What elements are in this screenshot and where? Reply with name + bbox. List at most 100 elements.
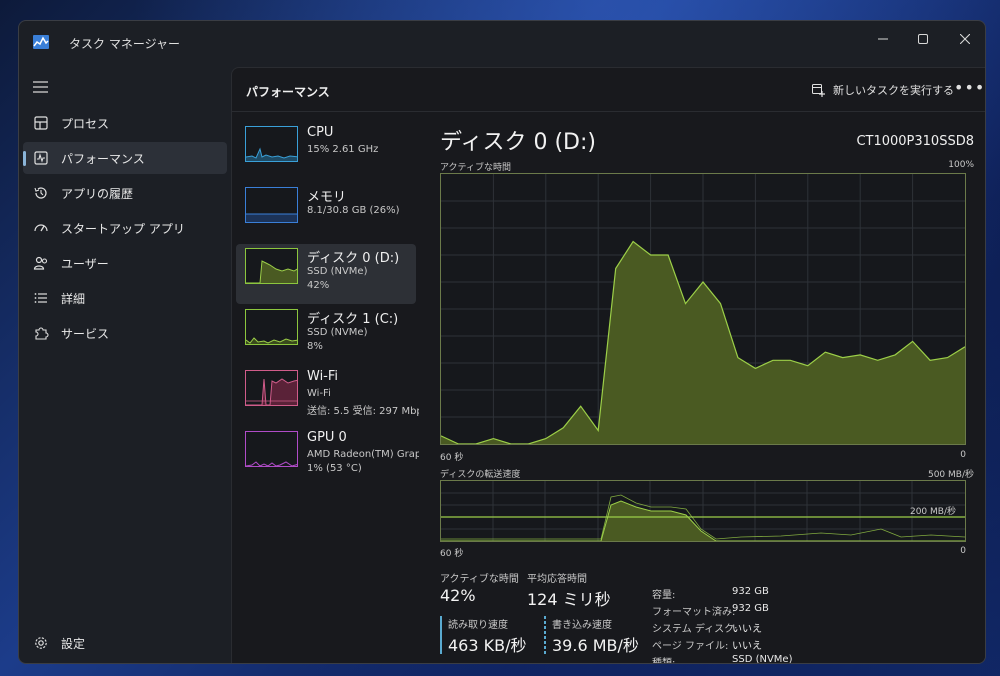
- device-stat: 42%: [307, 280, 330, 291]
- sidebar-item-settings[interactable]: 設定: [23, 627, 227, 659]
- grid-icon: [34, 116, 48, 130]
- write-speed-label: 書き込み速度: [552, 620, 612, 631]
- title-bar[interactable]: タスク マネージャー: [19, 21, 985, 67]
- history-icon: [34, 187, 47, 199]
- page-file-value: いいえ: [732, 641, 762, 652]
- sidebar-item-label: アプリの履歴: [61, 187, 134, 201]
- device-stat: 15% 2.61 GHz: [307, 144, 379, 155]
- close-button[interactable]: [945, 25, 985, 53]
- active-time-chart-svg: [440, 174, 966, 445]
- sidebar-item-label: パフォーマンス: [61, 152, 145, 166]
- run-new-task-label: 新しいタスクを実行する: [833, 84, 954, 97]
- sidebar-item-performance[interactable]: パフォーマンス: [23, 142, 227, 174]
- active-time-x-right: 0: [960, 450, 966, 460]
- device-name: Wi-Fi: [307, 369, 339, 384]
- device-type: SSD (NVMe): [307, 327, 368, 338]
- run-new-task-button[interactable]: 新しいタスクを実行する: [812, 80, 954, 100]
- device-item-disk-1[interactable]: ディスク 1 (C:) SSD (NVMe) 8%: [236, 305, 416, 365]
- sidebar-item-label: ユーザー: [61, 257, 109, 271]
- page-title: パフォーマンス: [246, 85, 330, 99]
- cpu-thumbnail-graph: [245, 126, 298, 162]
- transfer-rate-x-left: 60 秒: [440, 549, 464, 559]
- device-stat: 8%: [307, 341, 323, 352]
- sidebar-item-label: サービス: [61, 327, 110, 341]
- gpu-thumbnail-graph: [245, 431, 298, 467]
- disk-detail-panel: ディスク 0 (D:) CT1000P310SSD8 アクティブな時間 100%…: [432, 112, 984, 664]
- write-speed-value: 39.6 MB/秒: [552, 636, 639, 655]
- list-icon: [34, 293, 47, 303]
- active-time-stat-label: アクティブな時間: [440, 574, 519, 585]
- pulse-icon: [34, 151, 48, 165]
- device-item-gpu[interactable]: GPU 0 AMD Radeon(TM) Graphics 1% (53 °C): [236, 427, 419, 487]
- device-item-wifi[interactable]: Wi-Fi Wi-Fi 送信: 5.5 受信: 297 Mbps: [236, 366, 419, 426]
- settings-label: 設定: [61, 637, 86, 651]
- device-list: CPU 15% 2.61 GHz メモリ 8.1/30.8 GB (26%) デ…: [232, 112, 422, 663]
- sidebar-item-details[interactable]: 詳細: [23, 282, 227, 314]
- main-panel: パフォーマンス 新しいタスクを実行する ••• CPU 15% 2.61 GHz…: [231, 67, 985, 664]
- active-time-chart: [440, 173, 966, 445]
- device-item-cpu[interactable]: CPU 15% 2.61 GHz: [236, 122, 416, 182]
- maximize-icon: [918, 34, 928, 44]
- main-header: パフォーマンス 新しいタスクを実行する •••: [232, 68, 985, 112]
- device-stat: 1% (53 °C): [307, 463, 362, 474]
- transfer-rate-chart: [440, 480, 966, 542]
- read-speed-label: 読み取り速度: [448, 620, 508, 631]
- puzzle-icon: [35, 327, 49, 340]
- device-name: メモリ: [307, 190, 347, 205]
- more-options-button[interactable]: •••: [954, 78, 985, 97]
- device-name: ディスク 1 (C:): [307, 312, 399, 327]
- active-time-stat-value: 42%: [440, 586, 476, 605]
- device-item-disk-0[interactable]: ディスク 0 (D:) SSD (NVMe) 42%: [236, 244, 416, 304]
- disk0-thumbnail-graph: [245, 248, 298, 284]
- device-name: ディスク 0 (D:): [307, 251, 400, 266]
- write-speed-marker: [544, 616, 546, 654]
- sidebar-item-label: スタートアップ アプリ: [61, 222, 185, 236]
- active-time-x-left: 60 秒: [440, 453, 464, 463]
- close-icon: [960, 34, 970, 44]
- sidebar-item-label: プロセス: [61, 117, 110, 131]
- active-time-max-label: 100%: [948, 160, 974, 170]
- device-stat: 8.1/30.8 GB (26%): [307, 205, 400, 216]
- task-manager-app-icon: [33, 35, 49, 49]
- minimize-button[interactable]: [863, 25, 903, 53]
- new-task-icon: [812, 83, 825, 97]
- device-stat: 送信: 5.5 受信: 297 Mbps: [307, 406, 419, 417]
- sidebar-item-processes[interactable]: プロセス: [23, 107, 227, 139]
- transfer-rate-max-label: 500 MB/秒: [927, 470, 974, 480]
- transfer-rate-x-right: 0: [960, 546, 966, 556]
- type-value: SSD (NVMe): [732, 654, 793, 664]
- avg-response-value: 124 ミリ秒: [527, 590, 611, 609]
- sidebar-item-services[interactable]: サービス: [23, 317, 227, 349]
- disk-model: CT1000P310SSD8: [856, 134, 974, 149]
- disk1-thumbnail-graph: [245, 309, 298, 345]
- sidebar-item-app-history[interactable]: アプリの履歴: [23, 177, 227, 209]
- hamburger-menu-icon[interactable]: [33, 81, 49, 93]
- maximize-button[interactable]: [903, 25, 943, 53]
- memory-thumbnail-graph: [245, 187, 298, 223]
- formatted-label: フォーマット済み:: [652, 607, 736, 618]
- minimize-icon: [878, 38, 888, 40]
- avg-response-label: 平均応答時間: [527, 574, 587, 585]
- type-label: 種類:: [652, 658, 676, 664]
- capacity-value: 932 GB: [732, 586, 769, 597]
- transfer-rate-reference-label: 200 MB/秒: [909, 507, 956, 517]
- disk-title: ディスク 0 (D:): [440, 130, 596, 155]
- sidebar-item-users[interactable]: ユーザー: [23, 247, 227, 279]
- read-speed-value: 463 KB/秒: [448, 636, 527, 655]
- transfer-rate-chart-label: ディスクの転送速度: [440, 470, 521, 480]
- active-time-chart-label: アクティブな時間: [440, 163, 512, 173]
- device-item-memory[interactable]: メモリ 8.1/30.8 GB (26%): [236, 183, 416, 243]
- sidebar-item-startup-apps[interactable]: スタートアップ アプリ: [23, 212, 227, 244]
- formatted-value: 932 GB: [732, 603, 769, 614]
- wifi-thumbnail-graph: [245, 370, 298, 406]
- device-name: CPU: [307, 125, 334, 140]
- window-title: タスク マネージャー: [69, 37, 180, 51]
- system-disk-label: システム ディスク:: [652, 624, 738, 635]
- sidebar-item-label: 詳細: [61, 292, 86, 306]
- sidebar: プロセス パフォーマンス アプリの履歴 スタートアップ アプリ ユーザー 詳細 …: [19, 67, 231, 663]
- gear-icon: [35, 637, 47, 649]
- gauge-icon: [34, 224, 48, 232]
- read-speed-marker: [440, 616, 442, 654]
- users-icon: [33, 256, 48, 270]
- capacity-label: 容量:: [652, 590, 676, 601]
